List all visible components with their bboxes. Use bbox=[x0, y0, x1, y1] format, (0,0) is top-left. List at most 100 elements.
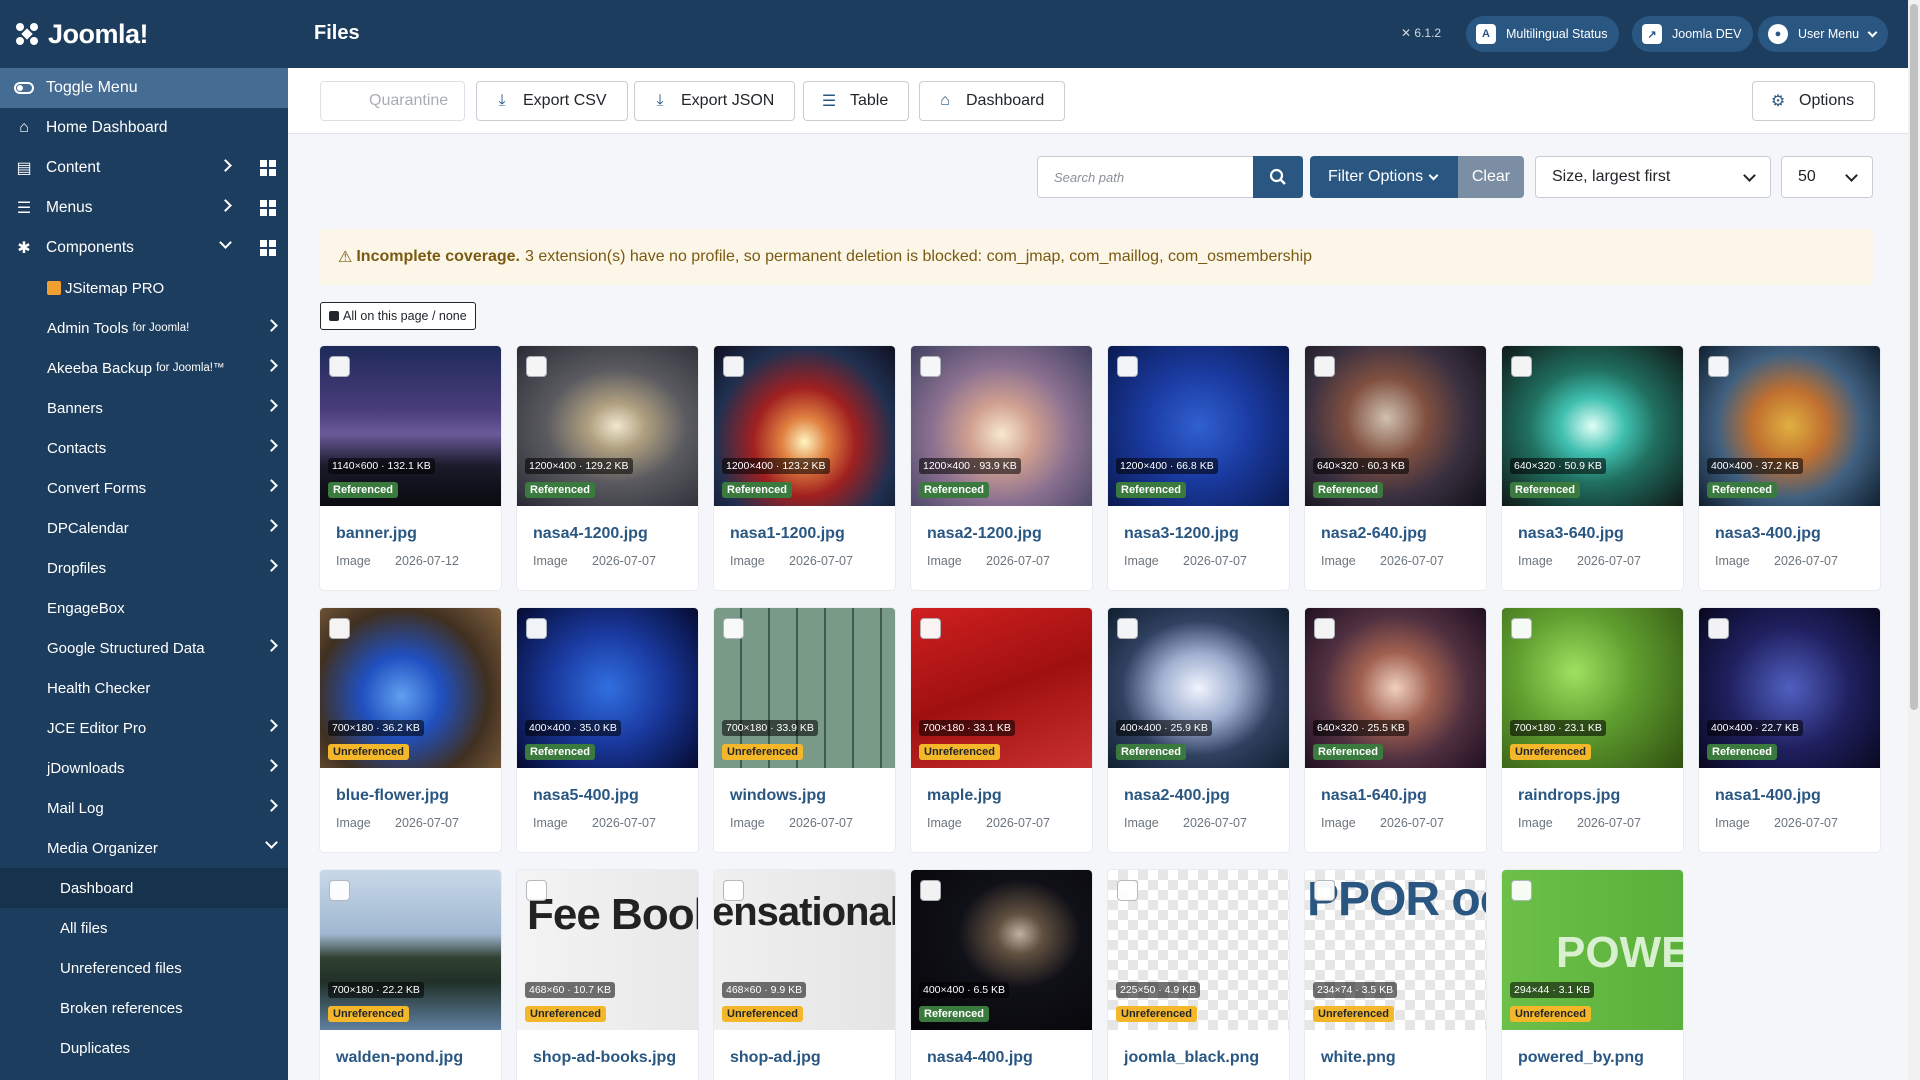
sidebar-item-engagebox[interactable]: EngageBox bbox=[0, 588, 288, 628]
file-card[interactable]: 640×320 · 25.5 KB Referenced nasa1-640.jpg… bbox=[1305, 608, 1486, 852]
page-scrollbar[interactable] bbox=[1908, 0, 1920, 1080]
file-checkbox[interactable] bbox=[329, 356, 350, 377]
file-checkbox[interactable] bbox=[1314, 618, 1335, 639]
file-thumbnail[interactable]: Fee Books 468×60 · 10.7 KB Unreferenced bbox=[517, 870, 698, 1030]
clear-button[interactable]: Clear bbox=[1458, 156, 1524, 198]
filter-options-button[interactable]: Filter Options bbox=[1310, 156, 1458, 198]
file-thumbnail[interactable]: 700×180 · 23.1 KB Unreferenced bbox=[1502, 608, 1683, 768]
file-name-link[interactable]: nasa1-640.jpg bbox=[1321, 787, 1427, 805]
sidebar-item-banners[interactable]: Banners bbox=[0, 388, 288, 428]
sidebar-item-menus[interactable]: ☰ Menus bbox=[0, 188, 288, 228]
file-name-link[interactable]: shop-ad.jpg bbox=[730, 1049, 821, 1067]
file-card[interactable]: 400×400 · 6.5 KBReferencednasa4-400.jpgI… bbox=[911, 870, 1092, 1080]
file-checkbox[interactable] bbox=[1117, 356, 1138, 377]
table-view-button[interactable]: ☰ Table bbox=[803, 81, 910, 121]
file-name-link[interactable]: nasa4-1200.jpg bbox=[533, 525, 648, 543]
sidebar-item-dropfiles[interactable]: Dropfiles bbox=[0, 548, 288, 588]
file-name-link[interactable]: nasa2-400.jpg bbox=[1124, 787, 1230, 805]
file-thumbnail[interactable]: 1200×400 · 93.9 KB Referenced bbox=[911, 346, 1092, 506]
file-checkbox[interactable] bbox=[1117, 880, 1138, 901]
sort-select[interactable]: Size, largest first bbox=[1535, 156, 1771, 198]
sidebar-item-unreferenced-files[interactable]: Unreferenced files bbox=[0, 948, 288, 988]
file-card[interactable]: 640×320 · 50.9 KB Referenced nasa3-640.jpg… bbox=[1502, 346, 1683, 590]
file-thumbnail[interactable]: 700×180 · 33.1 KB Unreferenced bbox=[911, 608, 1092, 768]
search-button[interactable] bbox=[1253, 156, 1303, 198]
file-thumbnail[interactable]: 1200×400 · 123.2 KB Referenced bbox=[714, 346, 895, 506]
file-checkbox[interactable] bbox=[526, 618, 547, 639]
toggle-menu-button[interactable]: Toggle Menu bbox=[0, 68, 288, 108]
file-card[interactable]: 225×50 · 4.9 KB Unreferenced joomla_black.… bbox=[1108, 870, 1289, 1080]
file-name-link[interactable]: powered_by.png bbox=[1518, 1049, 1644, 1067]
sidebar-item-dpcalendar[interactable]: DPCalendar bbox=[0, 508, 288, 548]
file-card[interactable]: Fee Books 468×60 · 10.7 KB Unreferenced sho… bbox=[517, 870, 698, 1080]
file-name-link[interactable]: nasa2-1200.jpg bbox=[927, 525, 1042, 543]
file-thumbnail[interactable]: 640×320 · 50.9 KB Referenced bbox=[1502, 346, 1683, 506]
file-checkbox[interactable] bbox=[1314, 356, 1335, 377]
file-name-link[interactable]: nasa1-400.jpg bbox=[1715, 787, 1821, 805]
file-card[interactable]: 1200×400 · 66.8 KB Referenced nasa3-1200.j… bbox=[1108, 346, 1289, 590]
file-thumbnail[interactable]: PPOR oon234×74 · 3.5 KBUnreferenced bbox=[1305, 870, 1486, 1030]
file-card[interactable]: 1200×400 · 93.9 KB Referenced nasa2-1200.j… bbox=[911, 346, 1092, 590]
file-name-link[interactable]: maple.jpg bbox=[927, 787, 1002, 805]
scrollbar-thumb[interactable] bbox=[1910, 4, 1918, 710]
file-card[interactable]: 700×180 · 33.1 KB Unreferenced maple.jpg Im… bbox=[911, 608, 1092, 852]
sidebar-item-contacts[interactable]: Contacts bbox=[0, 428, 288, 468]
file-checkbox[interactable] bbox=[1314, 880, 1335, 901]
file-thumbnail[interactable]: 400×400 · 25.9 KB Referenced bbox=[1108, 608, 1289, 768]
file-name-link[interactable]: nasa1-1200.jpg bbox=[730, 525, 845, 543]
limit-select[interactable]: 50 bbox=[1781, 156, 1873, 198]
sidebar-item-health-checker[interactable]: Health Checker bbox=[0, 668, 288, 708]
file-name-link[interactable]: nasa5-400.jpg bbox=[533, 787, 639, 805]
options-button[interactable]: ⚙ Options bbox=[1752, 81, 1876, 121]
file-name-link[interactable]: nasa3-400.jpg bbox=[1715, 525, 1821, 543]
quarantine-button[interactable]: Quarantine bbox=[320, 81, 465, 121]
sidebar-item-components[interactable]: ✱ Components bbox=[0, 228, 288, 268]
file-name-link[interactable]: banner.jpg bbox=[336, 525, 417, 543]
sidebar-item-jsitemap[interactable]: JSitemap PRO bbox=[0, 268, 288, 308]
sidebar-item-home-dashboard[interactable]: ⌂ Home Dashboard bbox=[0, 108, 288, 148]
file-name-link[interactable]: white.png bbox=[1321, 1049, 1396, 1067]
file-checkbox[interactable] bbox=[1708, 356, 1729, 377]
sidebar-item-broken-references[interactable]: Broken references bbox=[0, 988, 288, 1028]
file-card[interactable]: 1200×400 · 123.2 KB Referenced nasa1-1200.… bbox=[714, 346, 895, 590]
sidebar-item-akeeba-backup[interactable]: Akeeba Backup for Joomla!™ bbox=[0, 348, 288, 388]
file-thumbnail[interactable]: 700×180 · 36.2 KB Unreferenced bbox=[320, 608, 501, 768]
file-name-link[interactable]: nasa4-400.jpg bbox=[927, 1049, 1033, 1067]
file-checkbox[interactable] bbox=[920, 618, 941, 639]
export-json-button[interactable]: ⤓ Export JSON bbox=[634, 81, 796, 121]
sidebar-item-all-files[interactable]: All files bbox=[0, 908, 288, 948]
file-checkbox[interactable] bbox=[1511, 356, 1532, 377]
file-checkbox[interactable] bbox=[723, 618, 744, 639]
file-name-link[interactable]: raindrops.jpg bbox=[1518, 787, 1620, 805]
file-thumbnail[interactable]: 400×400 · 37.2 KB Referenced bbox=[1699, 346, 1880, 506]
file-card[interactable]: POWE 294×44 · 3.1 KB Unreferenced powered_b… bbox=[1502, 870, 1683, 1080]
file-checkbox[interactable] bbox=[1511, 618, 1532, 639]
export-csv-button[interactable]: ⤓ Export CSV bbox=[476, 81, 628, 121]
file-card[interactable]: PPOR oon234×74 · 3.5 KBUnreferenced white… bbox=[1305, 870, 1486, 1080]
file-card[interactable]: 700×180 · 33.9 KB Unreferenced windows.jpg… bbox=[714, 608, 895, 852]
sidebar-item-mo-dashboard[interactable]: Dashboard bbox=[0, 868, 288, 908]
file-card[interactable]: 400×400 · 35.0 KB Referenced nasa5-400.jpg… bbox=[517, 608, 698, 852]
sidebar-item-convert-forms[interactable]: Convert Forms bbox=[0, 468, 288, 508]
multilingual-status-button[interactable]: A Multilingual Status bbox=[1466, 16, 1620, 52]
sidebar-item-admin-tools[interactable]: Admin Tools for Joomla! bbox=[0, 308, 288, 348]
file-checkbox[interactable] bbox=[526, 880, 547, 901]
file-card[interactable]: 1200×400 · 129.2 KB Referenced nasa4-1200.… bbox=[517, 346, 698, 590]
dashboard-grid-icon[interactable] bbox=[260, 240, 276, 256]
dashboard-button[interactable]: ⌂ Dashboard bbox=[919, 81, 1066, 121]
site-link-button[interactable]: ↗ Joomla DEV bbox=[1632, 16, 1754, 52]
file-checkbox[interactable] bbox=[526, 356, 547, 377]
file-thumbnail[interactable]: ensational om the Jo468×60 · 9.9 KBUnref… bbox=[714, 870, 895, 1030]
user-menu-button[interactable]: ● User Menu bbox=[1758, 16, 1889, 52]
file-thumbnail[interactable]: 640×320 · 25.5 KB Referenced bbox=[1305, 608, 1486, 768]
sidebar-item-mail-log[interactable]: Mail Log bbox=[0, 788, 288, 828]
file-thumbnail[interactable]: 700×180 · 22.2 KB Unreferenced bbox=[320, 870, 501, 1030]
file-name-link[interactable]: windows.jpg bbox=[730, 787, 826, 805]
sidebar-item-duplicates[interactable]: Duplicates bbox=[0, 1028, 288, 1068]
file-card[interactable]: ensational om the Jo468×60 · 9.9 KBUnref… bbox=[714, 870, 895, 1080]
file-thumbnail[interactable]: POWE 294×44 · 3.1 KB Unreferenced bbox=[1502, 870, 1683, 1030]
file-checkbox[interactable] bbox=[1117, 618, 1138, 639]
sidebar-item-media-organizer[interactable]: Media Organizer bbox=[0, 828, 288, 868]
sidebar-item-content[interactable]: ▤ Content bbox=[0, 148, 288, 188]
file-checkbox[interactable] bbox=[1708, 618, 1729, 639]
